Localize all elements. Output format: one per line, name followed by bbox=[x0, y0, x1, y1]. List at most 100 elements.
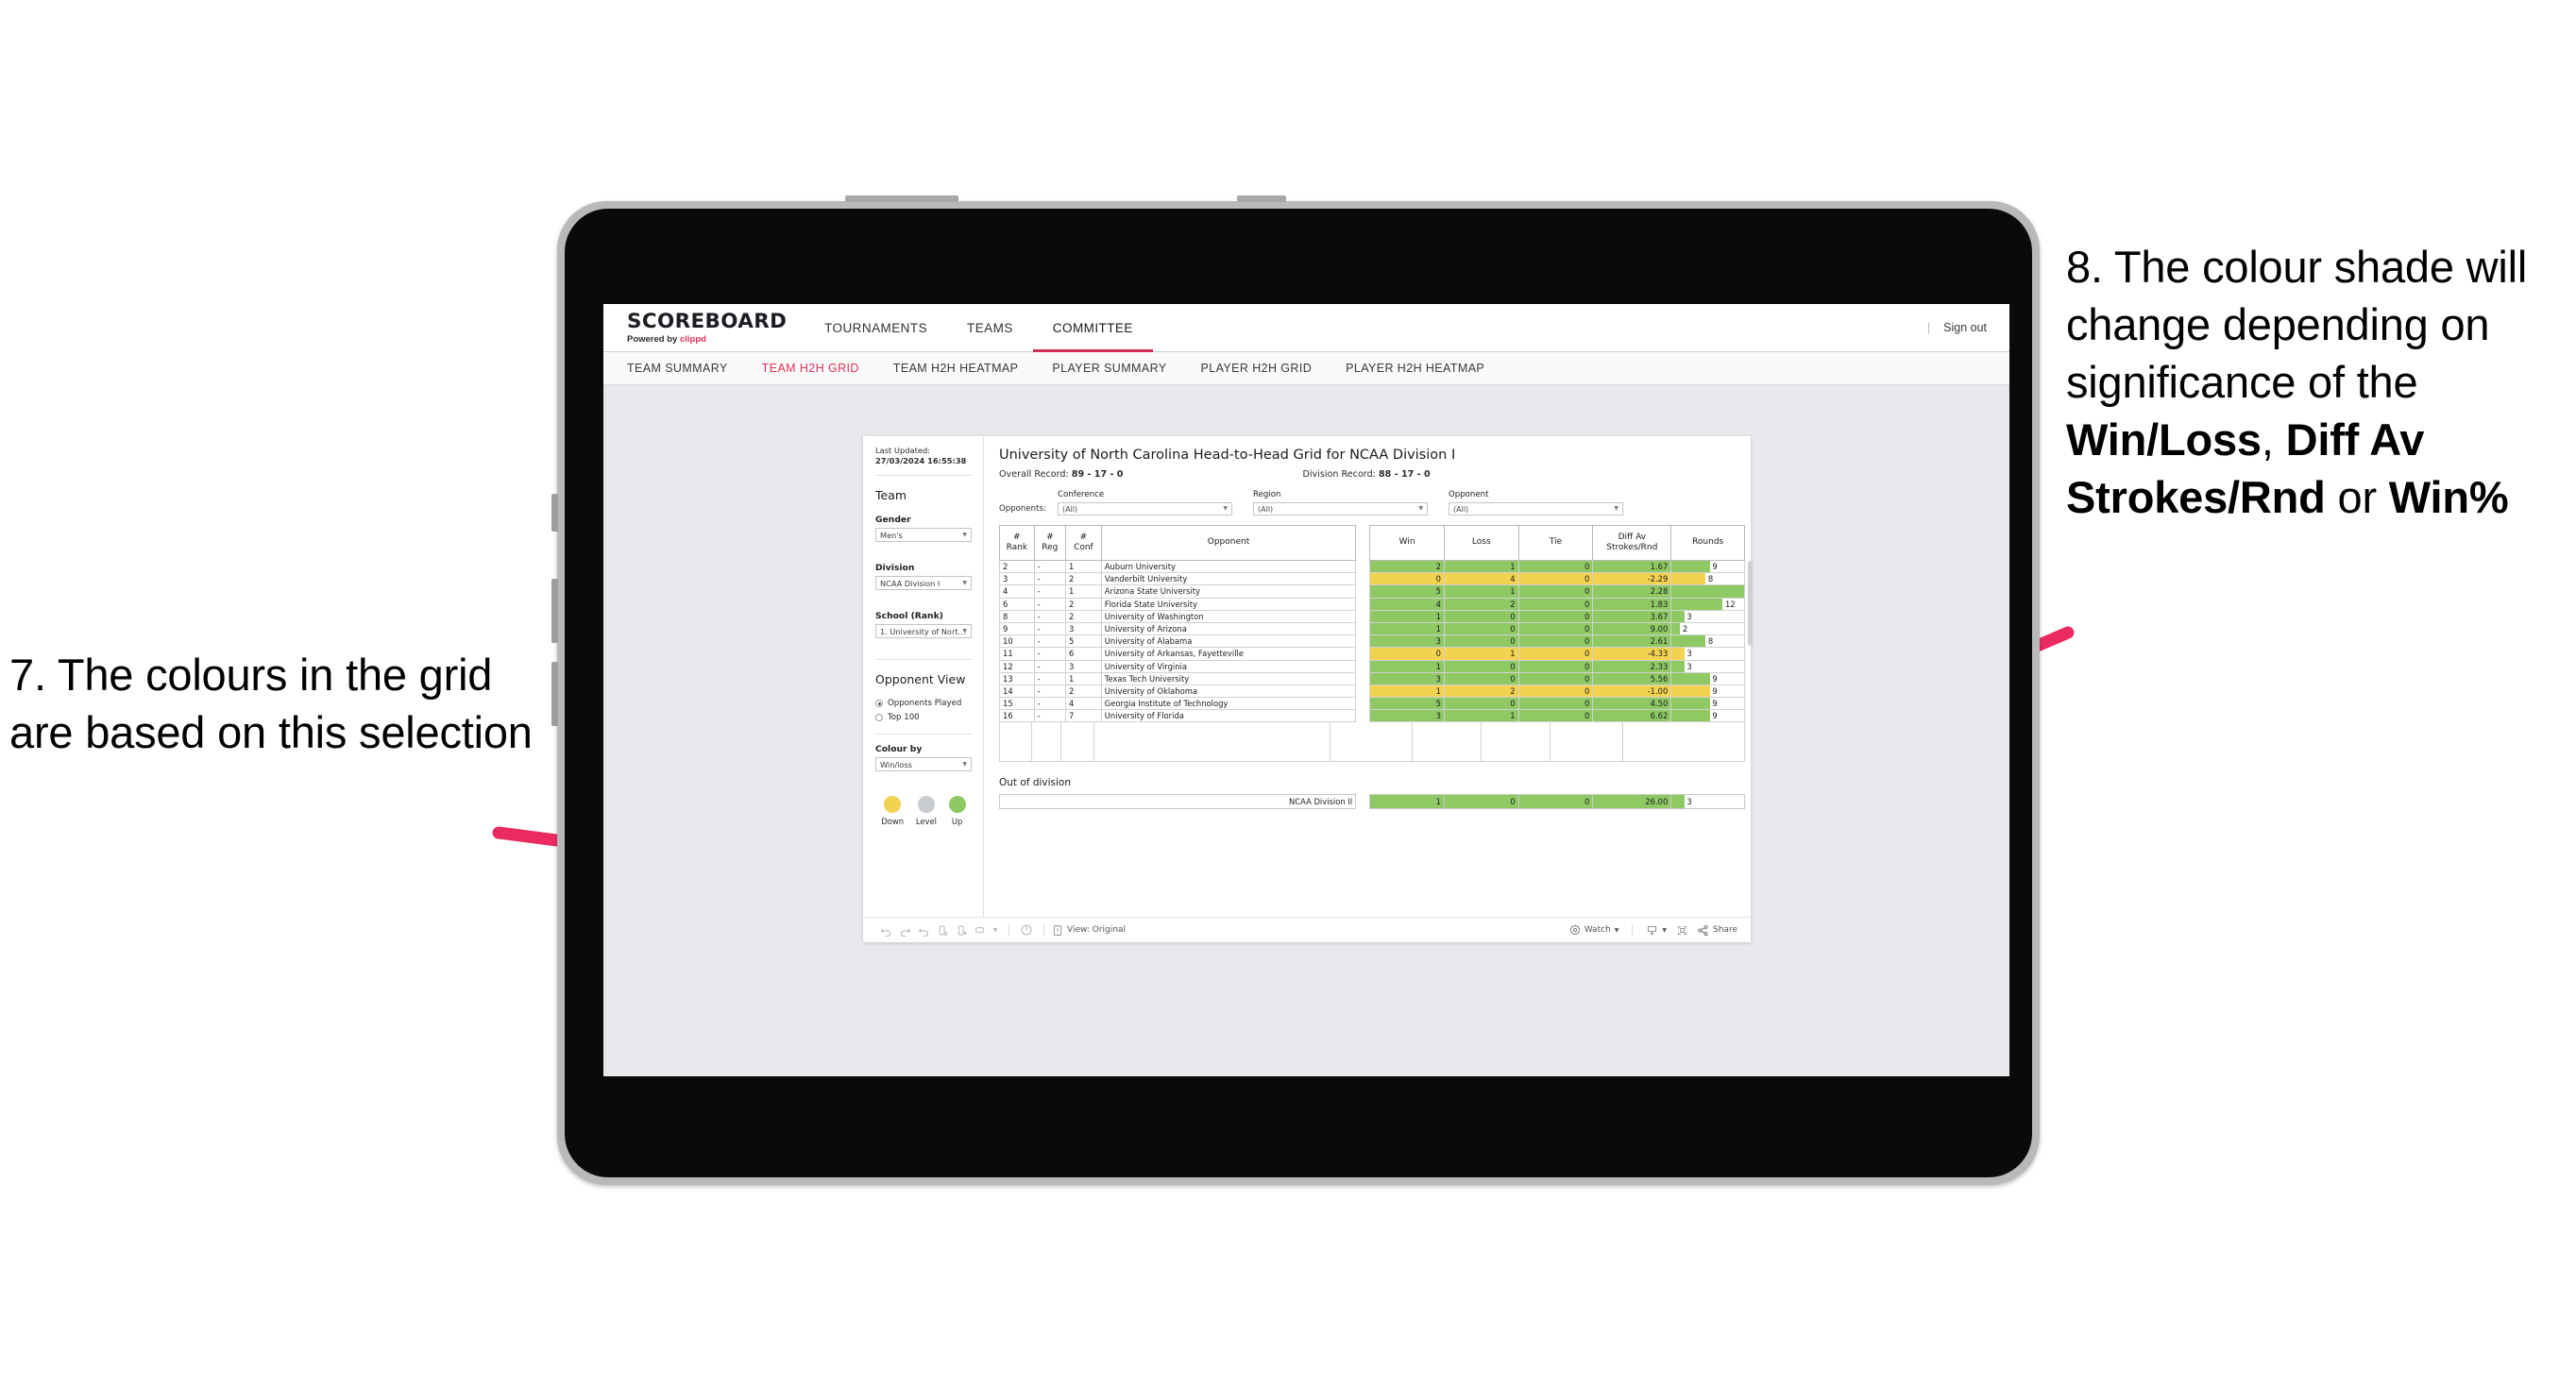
col-line2: Win bbox=[1398, 537, 1415, 548]
sign-out-link[interactable]: Sign out bbox=[1943, 321, 1987, 334]
cell-rounds: 3 bbox=[1670, 659, 1745, 673]
cell-rank: 9 bbox=[999, 621, 1035, 636]
opponent-filter-select[interactable]: (All) ▼ bbox=[1449, 502, 1623, 516]
rounds-value: 8 bbox=[1707, 574, 1714, 584]
brand-logo: SCOREBOARD Powered by clippd bbox=[603, 304, 805, 351]
cell-conf: 2 bbox=[1065, 684, 1102, 699]
topnav-item-tournaments[interactable]: TOURNAMENTS bbox=[805, 304, 947, 351]
cell-rank: 2 bbox=[999, 559, 1035, 574]
pause-auto-update-icon[interactable] bbox=[952, 921, 971, 939]
table-row[interactable]: 13-1 Texas Tech University 3 0 0 5.56 9 bbox=[999, 671, 1745, 685]
table-row[interactable]: 6-2 Florida State University 4 2 0 1.83 12 bbox=[999, 597, 1745, 611]
radio-opponents-played[interactable]: Opponents Played bbox=[875, 699, 972, 708]
cell-tie: 0 bbox=[1517, 621, 1594, 636]
table-row[interactable]: 4-1Arizona State University5102.2817 bbox=[999, 584, 1745, 599]
table-row[interactable]: 9-3 University of Arizona 1 0 0 9.00 2 bbox=[999, 621, 1745, 636]
region-filter-select[interactable]: (All) ▼ bbox=[1253, 502, 1428, 516]
subnav-item-player-h2h-grid[interactable]: PLAYER H2H GRID bbox=[1201, 362, 1313, 375]
download-button[interactable]: ▼ bbox=[1646, 924, 1667, 937]
col-header-loss[interactable]: Loss bbox=[1443, 525, 1519, 561]
topnav-item-teams[interactable]: TEAMS bbox=[947, 304, 1033, 351]
col-line1: # bbox=[1013, 532, 1021, 542]
col-line2: Tie bbox=[1549, 537, 1563, 548]
topnav-item-committee[interactable]: COMMITTEE bbox=[1032, 304, 1153, 352]
gender-filter-select[interactable]: Men's ▼ bbox=[875, 528, 972, 543]
colour-by-select[interactable]: Win/loss ▼ bbox=[875, 757, 972, 772]
cell-diff: 9.00 bbox=[1592, 621, 1672, 636]
subnav-item-player-h2h-heatmap[interactable]: PLAYER H2H HEATMAP bbox=[1346, 362, 1484, 375]
cell-tie: 0 bbox=[1517, 634, 1594, 649]
cell-loss: 4 bbox=[1443, 572, 1519, 586]
cell-tie: 0 bbox=[1517, 659, 1594, 673]
cell-conf: 1 bbox=[1065, 559, 1102, 574]
brand-title: SCOREBOARD bbox=[627, 309, 788, 332]
school-filter-select[interactable]: 1. University of Nort... ▼ bbox=[875, 624, 972, 639]
cell-tie: 0 bbox=[1517, 697, 1594, 711]
col-header-tie[interactable]: Tie bbox=[1517, 525, 1594, 561]
last-updated-label: Last Updated: bbox=[875, 446, 931, 455]
table-row[interactable]: 16-7 University of Florida 3 1 0 6.62 9 bbox=[999, 709, 1745, 723]
undo-icon[interactable] bbox=[876, 921, 895, 939]
col-line1: # bbox=[1079, 532, 1088, 542]
col-line2: Conf bbox=[1074, 543, 1093, 552]
cell-loss: 1 bbox=[1443, 709, 1519, 723]
division-filter-select[interactable]: NCAA Division I ▼ bbox=[875, 576, 972, 591]
table-row[interactable]: 12-3 University of Virginia 1 0 0 2.33 3 bbox=[999, 659, 1745, 673]
table-row[interactable]: 8-2 University of Washington 1 0 0 3.67 3 bbox=[999, 609, 1745, 623]
col-header-opponent[interactable]: Opponent bbox=[1100, 525, 1357, 561]
out-of-division-row[interactable]: NCAA Division II 1 0 0 26.00 3 bbox=[998, 794, 1745, 810]
cell-reg: - bbox=[1033, 634, 1067, 649]
rounds-value: 8 bbox=[1707, 636, 1714, 647]
conference-filter-select[interactable]: (All) ▼ bbox=[1058, 502, 1232, 516]
chevron-down-icon[interactable]: ▼ bbox=[990, 921, 1001, 939]
cell-rounds: 3 bbox=[1670, 794, 1745, 810]
subnav-item-team-summary[interactable]: TEAM SUMMARY bbox=[627, 362, 728, 375]
cell-gap bbox=[1356, 622, 1370, 634]
share-label: Share bbox=[1713, 925, 1737, 935]
col-header-rank[interactable]: # Rank bbox=[999, 525, 1035, 561]
table-row[interactable]: 10-5 University of Alabama 3 0 0 2.61 8 bbox=[999, 634, 1745, 649]
subnav-item-team-h2h-grid[interactable]: TEAM H2H GRID bbox=[762, 362, 859, 375]
cell-diff: 3.67 bbox=[1592, 609, 1672, 623]
cell-conf: 2 bbox=[1065, 609, 1102, 623]
cell-rank: 12 bbox=[999, 659, 1035, 673]
share-button[interactable]: Share bbox=[1697, 924, 1737, 937]
tooltip-shape-icon[interactable] bbox=[971, 921, 990, 939]
radio-top-100[interactable]: Top 100 bbox=[875, 713, 972, 722]
annotation-right-line1: The colour shade will change depending o… bbox=[2066, 242, 2528, 408]
brand-powered-by: Powered by bbox=[627, 333, 680, 345]
redo-icon[interactable] bbox=[895, 921, 914, 939]
col-header-diff[interactable]: Diff Av Strokes/Rnd bbox=[1592, 525, 1672, 561]
revert-icon[interactable] bbox=[914, 921, 933, 939]
cell-loss: 0 bbox=[1444, 794, 1519, 810]
view-original-button[interactable]: View: Original bbox=[1052, 924, 1126, 937]
col-header-reg[interactable]: # Reg bbox=[1033, 525, 1067, 561]
cell-diff: 6.62 bbox=[1592, 709, 1672, 723]
table-row[interactable]: 14-2 University of Oklahoma 1 2 0 -1.00 9 bbox=[999, 684, 1745, 699]
rounds-value: 9 bbox=[1712, 699, 1718, 709]
table-row[interactable]: 3-2 Vanderbilt University 0 4 0 -2.29 8 bbox=[999, 572, 1745, 586]
col-header-conf[interactable]: # Conf bbox=[1065, 525, 1102, 561]
cell-win: 0 bbox=[1369, 572, 1445, 586]
col-header-rounds[interactable]: Rounds bbox=[1670, 525, 1745, 561]
table-row[interactable]: 11-6 University of Arkansas, Fayetteville… bbox=[999, 647, 1745, 661]
h2h-grid-table: # Rank # Reg # Conf Opponent Win Loss Tie D… bbox=[999, 525, 1745, 723]
rounds-bar bbox=[1671, 661, 1685, 672]
pause-updates-icon[interactable] bbox=[1017, 921, 1036, 939]
cell-loss: 0 bbox=[1443, 634, 1519, 649]
cell-tie: 0 bbox=[1517, 684, 1594, 699]
opponent-filter-label: Opponent bbox=[1449, 490, 1489, 499]
col-header-win[interactable]: Win bbox=[1369, 525, 1445, 561]
table-row[interactable]: 15-4 Georgia Institute of Technology 5 0 0 4.… bbox=[999, 697, 1745, 711]
cell-conf: 1 bbox=[1065, 584, 1102, 599]
table-scrollbar[interactable] bbox=[1748, 561, 1753, 646]
rounds-value: 12 bbox=[1724, 599, 1736, 609]
refresh-data-icon[interactable] bbox=[933, 921, 952, 939]
watch-button[interactable]: Watch ▼ bbox=[1569, 924, 1618, 936]
table-row[interactable]: 2-1 Auburn University 2 1 0 1.67 9 bbox=[999, 559, 1745, 574]
device-preview-icon[interactable] bbox=[1672, 921, 1691, 939]
cell-win: 1 bbox=[1369, 794, 1445, 810]
cell-win: 1 bbox=[1369, 684, 1445, 699]
subnav-item-team-h2h-heatmap[interactable]: TEAM H2H HEATMAP bbox=[893, 362, 1019, 375]
subnav-item-player-summary[interactable]: PLAYER SUMMARY bbox=[1052, 362, 1166, 375]
